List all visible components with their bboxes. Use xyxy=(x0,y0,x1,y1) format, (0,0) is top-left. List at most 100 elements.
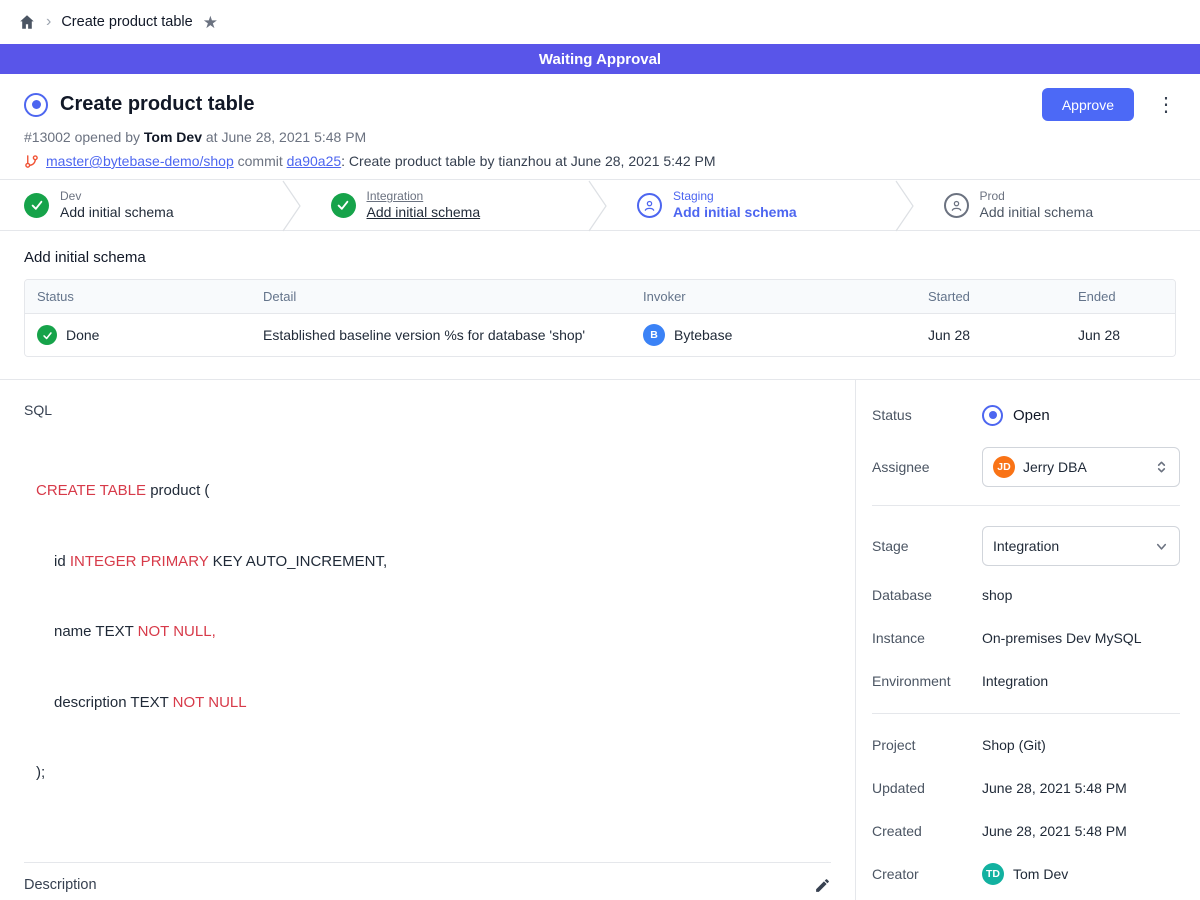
task-section-title: Add initial schema xyxy=(24,249,1176,266)
main-content: SQL CREATE TABLE product ( id INTEGER PR… xyxy=(0,379,1200,900)
updated-row: Updated June 28, 2021 5:48 PM xyxy=(872,777,1180,799)
environment-value[interactable]: Integration xyxy=(982,673,1048,689)
column-header-started: Started xyxy=(916,289,1066,304)
pipeline-stage-dev[interactable]: DevAdd initial schema xyxy=(0,180,281,230)
instance-value[interactable]: On-premises Dev MySQL xyxy=(982,630,1141,646)
home-icon[interactable] xyxy=(18,13,36,31)
divider xyxy=(24,862,831,863)
assignee-select[interactable]: JD Jerry DBA xyxy=(982,447,1180,487)
assignee-row: Assignee JD Jerry DBA xyxy=(872,447,1180,487)
status-row: Status Open xyxy=(872,404,1180,426)
pipeline-stage-bar: DevAdd initial schema IntegrationAdd ini… xyxy=(0,179,1200,231)
stage-task-link[interactable]: Add initial schema xyxy=(367,204,481,221)
issue-meta: #13002 opened by Tom Dev at June 28, 202… xyxy=(24,129,1176,145)
pipeline-stage-staging[interactable]: StagingAdd initial schema xyxy=(609,180,894,230)
project-value[interactable]: Shop (Git) xyxy=(982,737,1046,753)
status-open-icon xyxy=(982,405,1003,426)
stage-done-check-icon xyxy=(24,193,49,218)
creator-label: Creator xyxy=(872,866,982,882)
stage-separator-icon xyxy=(894,180,916,232)
project-row: Project Shop (Git) xyxy=(872,734,1180,756)
stage-pending-person-icon xyxy=(637,193,662,218)
task-table-header: Status Detail Invoker Started Ended xyxy=(25,280,1175,314)
environment-label: Environment xyxy=(872,673,982,689)
edit-pencil-icon[interactable] xyxy=(814,877,831,894)
column-header-ended: Ended xyxy=(1066,289,1175,304)
task-ended: Jun 28 xyxy=(1066,327,1175,343)
creator-value[interactable]: Tom Dev xyxy=(1013,866,1068,882)
assignee-avatar: JD xyxy=(993,456,1015,478)
database-value[interactable]: shop xyxy=(982,587,1012,603)
assignee-label: Assignee xyxy=(872,459,982,475)
column-header-detail: Detail xyxy=(251,289,631,304)
sql-label: SQL xyxy=(24,402,831,418)
database-row: Database shop xyxy=(872,584,1180,606)
issue-open-icon xyxy=(24,93,48,117)
stage-name: Dev xyxy=(60,189,174,203)
issue-header: Create product table Approve ⋮ #13002 op… xyxy=(0,74,1200,179)
updated-value: June 28, 2021 5:48 PM xyxy=(982,780,1127,796)
project-label: Project xyxy=(872,737,982,753)
instance-row: Instance On-premises Dev MySQL xyxy=(872,627,1180,649)
breadcrumb-current[interactable]: Create product table xyxy=(61,14,192,30)
instance-label: Instance xyxy=(872,630,982,646)
sidebar-divider xyxy=(872,505,1180,506)
column-header-invoker: Invoker xyxy=(631,289,916,304)
updated-label: Updated xyxy=(872,780,982,796)
created-value: June 28, 2021 5:48 PM xyxy=(982,823,1127,839)
task-table: Status Detail Invoker Started Ended Done… xyxy=(24,279,1176,357)
stage-row: Stage Integration xyxy=(872,526,1180,566)
invoker-avatar: B xyxy=(643,324,665,346)
commit-hash-link[interactable]: da90a25 xyxy=(287,153,342,169)
stage-select[interactable]: Integration xyxy=(982,526,1180,566)
status-value: Open xyxy=(1013,407,1050,424)
page-title: Create product table xyxy=(60,93,254,116)
stage-done-check-icon xyxy=(331,193,356,218)
stage-pending-person-icon xyxy=(944,193,969,218)
stage-name: Prod xyxy=(980,189,1094,203)
stage-name: Staging xyxy=(673,189,797,203)
commit-message: : Create product table by tianzhou at Ju… xyxy=(341,153,715,169)
chevron-down-icon xyxy=(1154,539,1169,554)
task-invoker: Bytebase xyxy=(674,327,732,343)
issue-detail-panel: SQL CREATE TABLE product ( id INTEGER PR… xyxy=(0,380,856,900)
stage-task-link[interactable]: Add initial schema xyxy=(673,204,797,221)
stage-separator-icon xyxy=(281,180,303,232)
commit-info: master@bytebase-demo/shop commit da90a25… xyxy=(24,153,1176,169)
stage-task-link[interactable]: Add initial schema xyxy=(60,204,174,221)
star-icon[interactable]: ★ xyxy=(203,14,218,31)
created-row: Created June 28, 2021 5:48 PM xyxy=(872,820,1180,842)
kebab-menu-icon[interactable]: ⋮ xyxy=(1156,95,1176,115)
created-label: Created xyxy=(872,823,982,839)
assignee-value: Jerry DBA xyxy=(1023,459,1087,475)
table-row[interactable]: Done Established baseline version %s for… xyxy=(25,314,1175,356)
pipeline-stage-prod[interactable]: ProdAdd initial schema xyxy=(916,180,1200,230)
stage-separator-icon xyxy=(587,180,609,232)
issue-sidebar: Status Open Assignee JD Jerry DBA Stage xyxy=(856,380,1200,900)
branch-link[interactable]: master@bytebase-demo/shop xyxy=(46,153,234,169)
stage-name: Integration xyxy=(367,189,481,203)
sidebar-divider xyxy=(872,713,1180,714)
environment-row: Environment Integration xyxy=(872,670,1180,692)
issue-author: Tom Dev xyxy=(144,129,202,145)
creator-avatar: TD xyxy=(982,863,1004,885)
creator-row: Creator TD Tom Dev xyxy=(872,863,1180,885)
task-done-check-icon xyxy=(37,325,57,345)
status-label: Status xyxy=(872,407,982,423)
bytebase-app: › Create product table ★ Waiting Approva… xyxy=(0,0,1200,900)
pipeline-stage-integration[interactable]: IntegrationAdd initial schema xyxy=(303,180,588,230)
git-branch-icon xyxy=(24,154,39,169)
database-label: Database xyxy=(872,587,982,603)
description-label: Description xyxy=(24,877,97,893)
breadcrumb-separator-icon: › xyxy=(46,14,51,30)
updown-chevron-icon xyxy=(1154,459,1169,475)
sql-code-block: CREATE TABLE product ( id INTEGER PRIMAR… xyxy=(24,432,831,832)
task-status: Done xyxy=(66,327,99,343)
stage-label: Stage xyxy=(872,538,982,554)
breadcrumb-bar: › Create product table ★ xyxy=(0,0,1200,44)
stage-value: Integration xyxy=(993,538,1059,554)
approve-button[interactable]: Approve xyxy=(1042,88,1134,121)
task-section: Add initial schema Status Detail Invoker… xyxy=(0,231,1200,379)
stage-task-link[interactable]: Add initial schema xyxy=(980,204,1094,221)
task-detail: Established baseline version %s for data… xyxy=(251,327,631,343)
